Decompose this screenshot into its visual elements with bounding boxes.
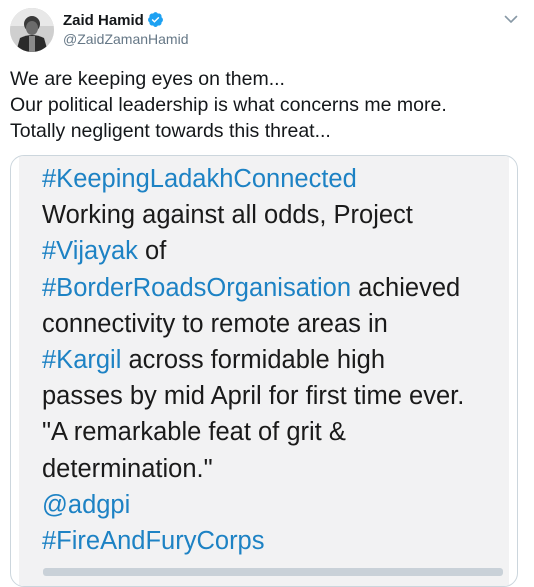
hashtag-fire-and-fury-corps[interactable]: #FireAndFuryCorps bbox=[42, 527, 265, 555]
mention-adgpi[interactable]: @adgpi bbox=[42, 491, 130, 519]
media-text-line: "A remarkable feat of grit & bbox=[42, 418, 346, 447]
media-bottom-strip bbox=[43, 568, 503, 576]
media-text-word: achieved bbox=[358, 273, 461, 302]
hashtag-kargil[interactable]: #Kargil bbox=[42, 346, 121, 374]
tweet-text-line: Our political leadership is what concern… bbox=[10, 94, 447, 116]
media-text: #KeepingLadakhConnected Working against … bbox=[42, 161, 512, 559]
tweet-text: We are keeping eyes on them... Our polit… bbox=[10, 66, 525, 144]
media-text-word: across formidable high bbox=[128, 346, 386, 375]
tweet-media-card[interactable]: #KeepingLadakhConnected Working against … bbox=[10, 155, 518, 587]
hashtag-keeping-ladakh-connected[interactable]: #KeepingLadakhConnected bbox=[42, 165, 357, 193]
author-name[interactable]: Zaid Hamid bbox=[63, 12, 144, 29]
media-text-word: of bbox=[145, 237, 167, 266]
media-text-line: Working against all odds, Project bbox=[42, 201, 413, 230]
author-handle[interactable]: @ZaidZamanHamid bbox=[63, 30, 188, 48]
avatar[interactable] bbox=[10, 8, 54, 52]
media-image[interactable]: #KeepingLadakhConnected Working against … bbox=[19, 156, 509, 586]
hashtag-border-roads-organisation[interactable]: #BorderRoadsOrganisation bbox=[42, 274, 351, 302]
tweet-text-line: We are keeping eyes on them... bbox=[10, 68, 285, 90]
media-text-line: passes by mid April for first time ever. bbox=[42, 382, 465, 411]
media-text-line: determination." bbox=[42, 454, 213, 483]
chevron-down-icon[interactable] bbox=[502, 10, 520, 28]
hashtag-vijayak[interactable]: #Vijayak bbox=[42, 237, 138, 265]
media-text-line: connectivity to remote areas in bbox=[42, 309, 388, 338]
tweet-text-line: Totally negligent towards this threat... bbox=[10, 120, 331, 142]
avatar-photo bbox=[10, 8, 54, 52]
